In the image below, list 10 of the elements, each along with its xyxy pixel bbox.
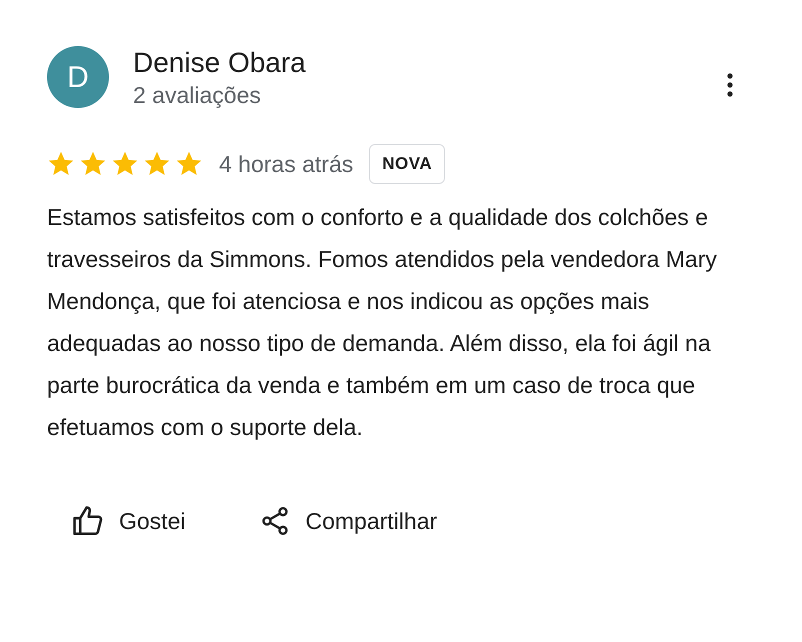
thumbs-up-icon (71, 504, 105, 538)
new-badge: NOVA (369, 144, 446, 184)
review-text: Estamos satisfeitos com o conforto e a qualidade dos colchões e travesseiros da Simmons. Fomos atendidos pela vendedora Mary Mendonça, que foi atenciosa e nos indicou as opções mais adequadas ao nosso tipo de demanda. Além disso, ela foi ágil na parte burocrática da venda e também em um caso de troca que efetuamos com o suporte dela. (47, 202, 718, 442)
avatar: D (47, 46, 109, 108)
review-count: 2 avaliações (133, 81, 262, 110)
review-time: 4 horas atrás (219, 150, 354, 178)
like-button[interactable]: Gostei (71, 498, 186, 544)
share-button[interactable]: Compartilhar (259, 498, 438, 544)
reviewer-name[interactable]: Denise Obara (133, 46, 726, 80)
more-options-icon[interactable] (726, 72, 734, 98)
